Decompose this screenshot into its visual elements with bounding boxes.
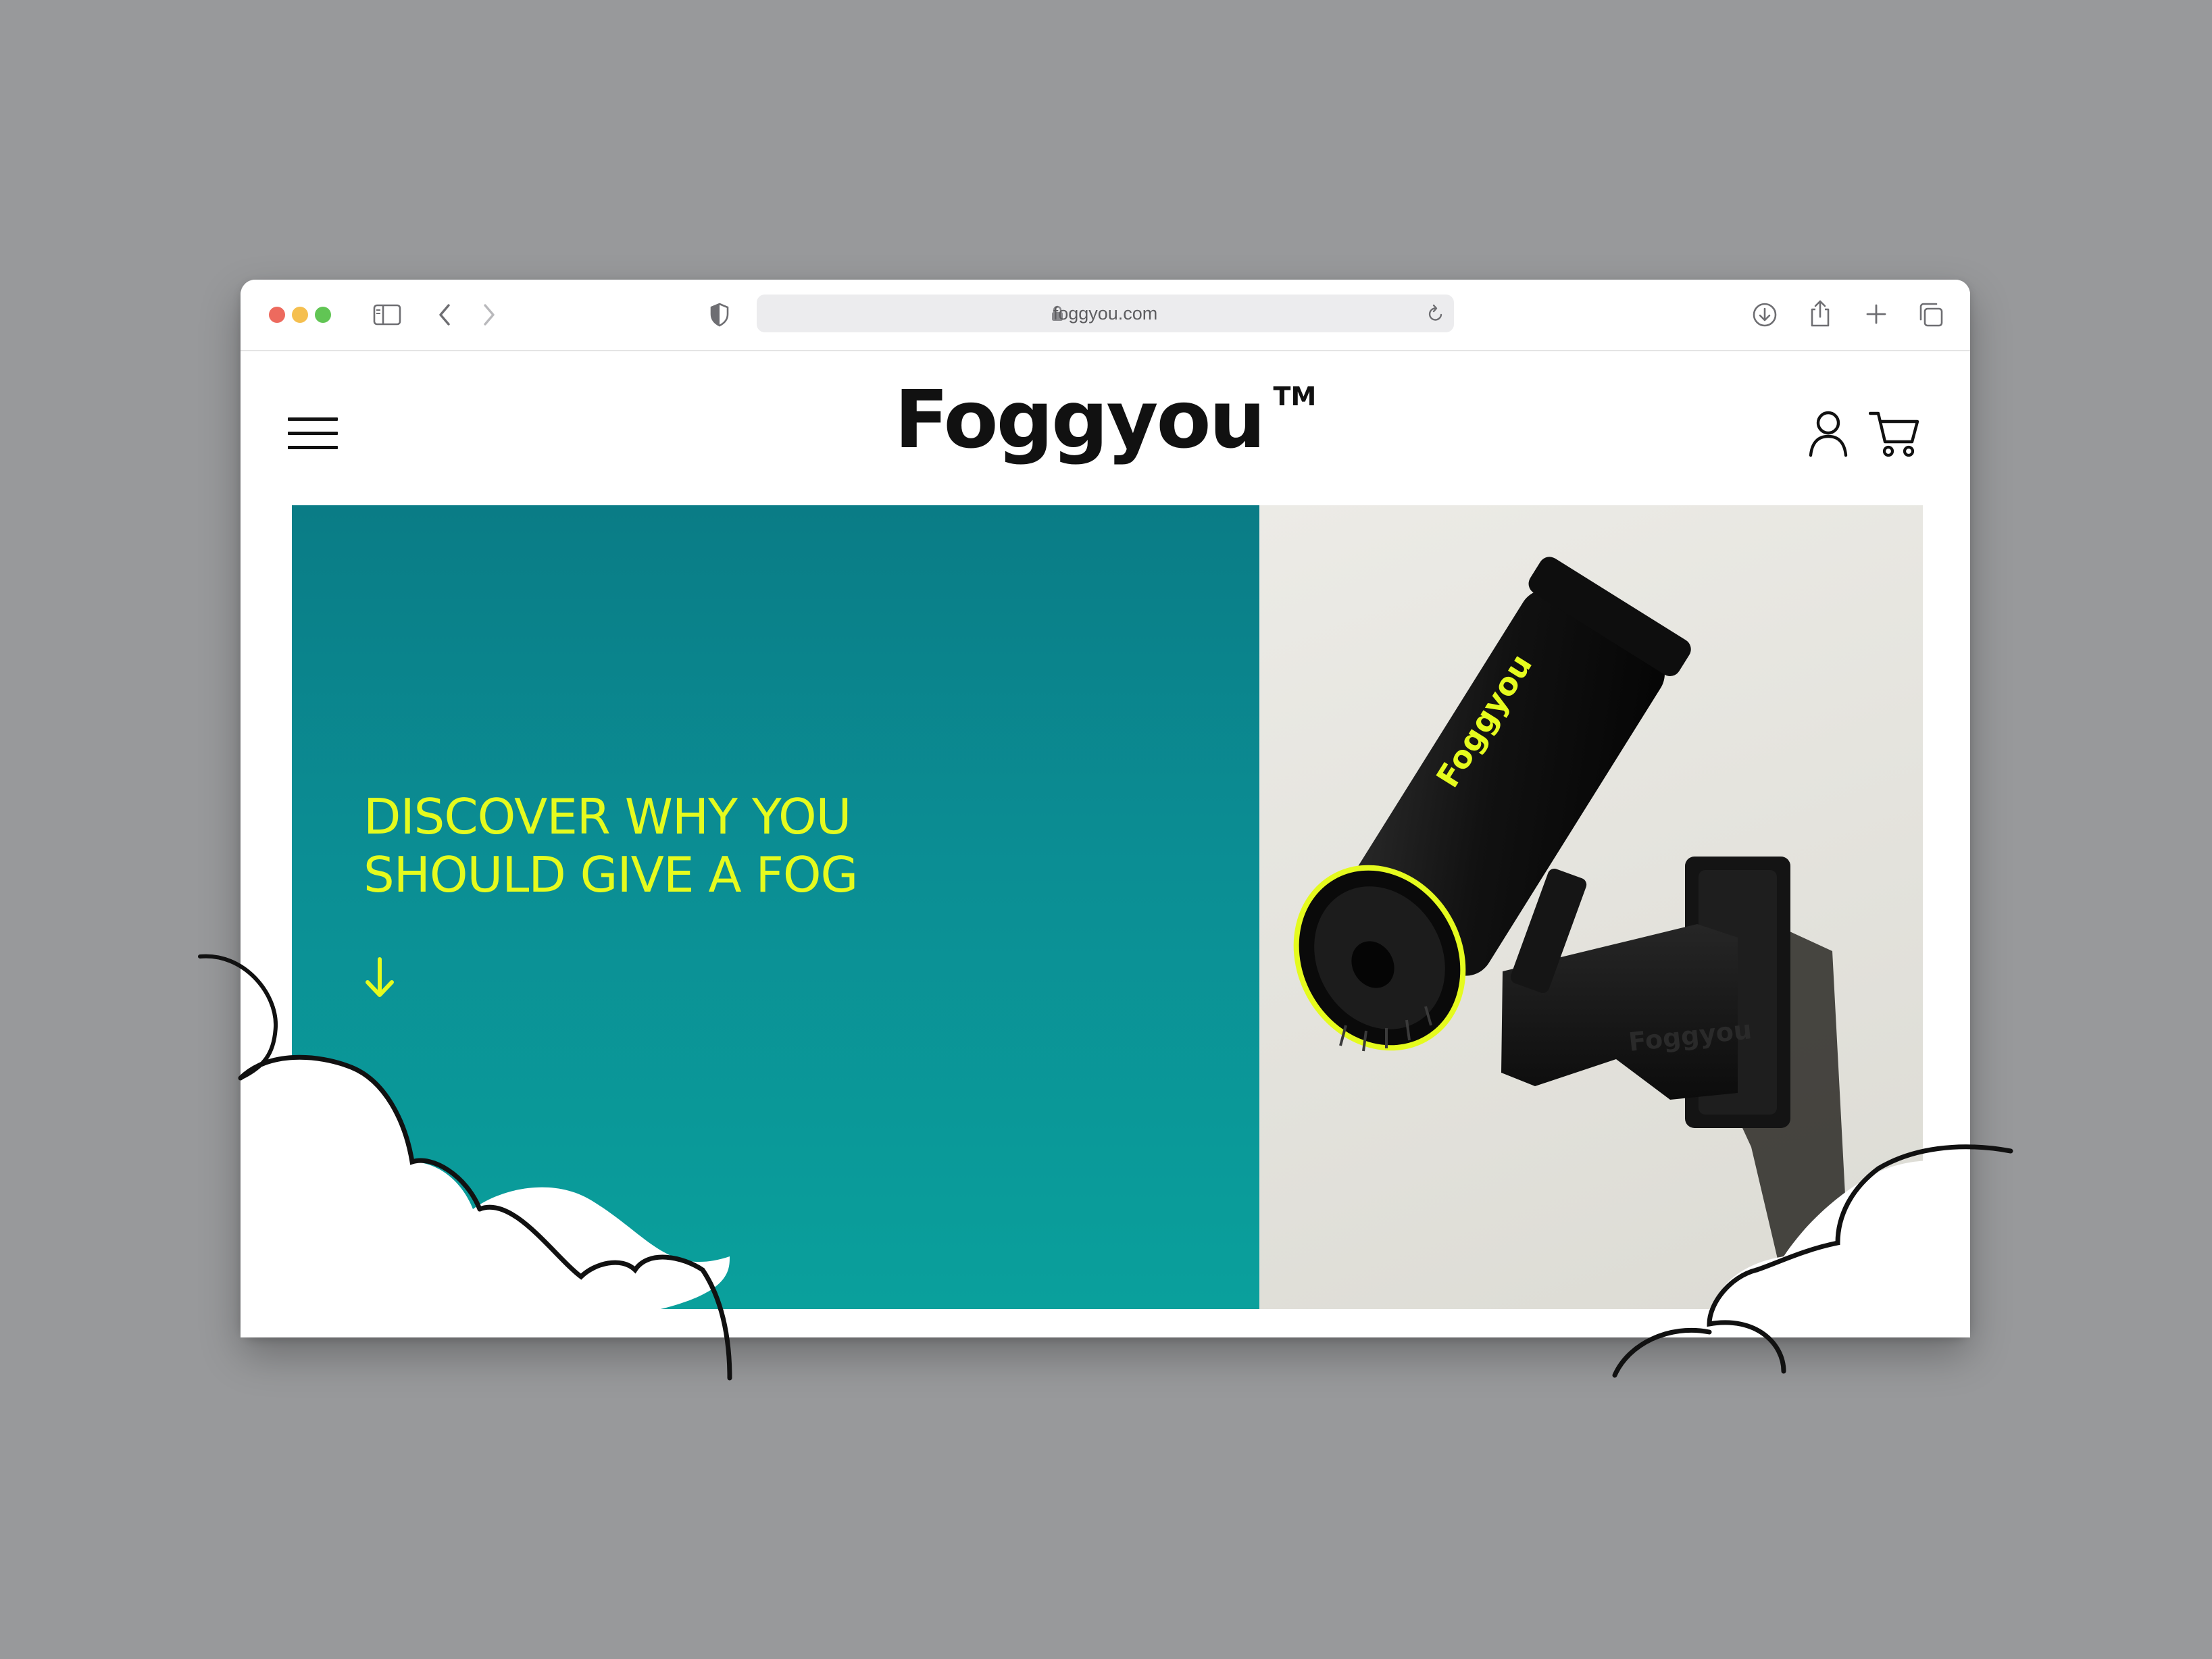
account-icon[interactable] bbox=[1807, 408, 1850, 458]
logo-wordmark: Foggyou bbox=[894, 373, 1266, 466]
download-icon[interactable] bbox=[1751, 301, 1778, 328]
url-text: foggyou.com bbox=[1053, 303, 1158, 324]
site-header: Foggyou TM bbox=[241, 351, 1970, 499]
zoom-window-button[interactable] bbox=[315, 307, 331, 323]
forward-icon[interactable] bbox=[481, 303, 496, 327]
fog-camera-image: Foggyou Foggyou bbox=[1293, 557, 1846, 1262]
cart-icon[interactable] bbox=[1869, 408, 1920, 459]
browser-window: foggyou.com Foggyou TM DISCOVER WHY YOU … bbox=[241, 280, 1970, 1337]
minimize-window-button[interactable] bbox=[292, 307, 308, 323]
address-bar[interactable]: foggyou.com bbox=[757, 295, 1454, 332]
trademark-symbol: TM bbox=[1273, 382, 1317, 411]
privacy-shield-icon[interactable] bbox=[709, 303, 730, 327]
tab-overview-icon[interactable] bbox=[1917, 301, 1944, 328]
new-tab-icon[interactable] bbox=[1865, 303, 1888, 326]
brand-logo[interactable]: Foggyou TM bbox=[241, 380, 1970, 459]
share-icon[interactable] bbox=[1808, 299, 1832, 328]
close-window-button[interactable] bbox=[269, 307, 285, 323]
sidebar-toggle-icon[interactable] bbox=[373, 304, 401, 326]
reload-icon[interactable] bbox=[1427, 304, 1444, 323]
browser-toolbar: foggyou.com bbox=[241, 280, 1970, 351]
back-icon[interactable] bbox=[438, 303, 453, 327]
hero-banner: DISCOVER WHY YOU SHOULD GIVE A FOG Foggy… bbox=[292, 505, 1923, 1309]
